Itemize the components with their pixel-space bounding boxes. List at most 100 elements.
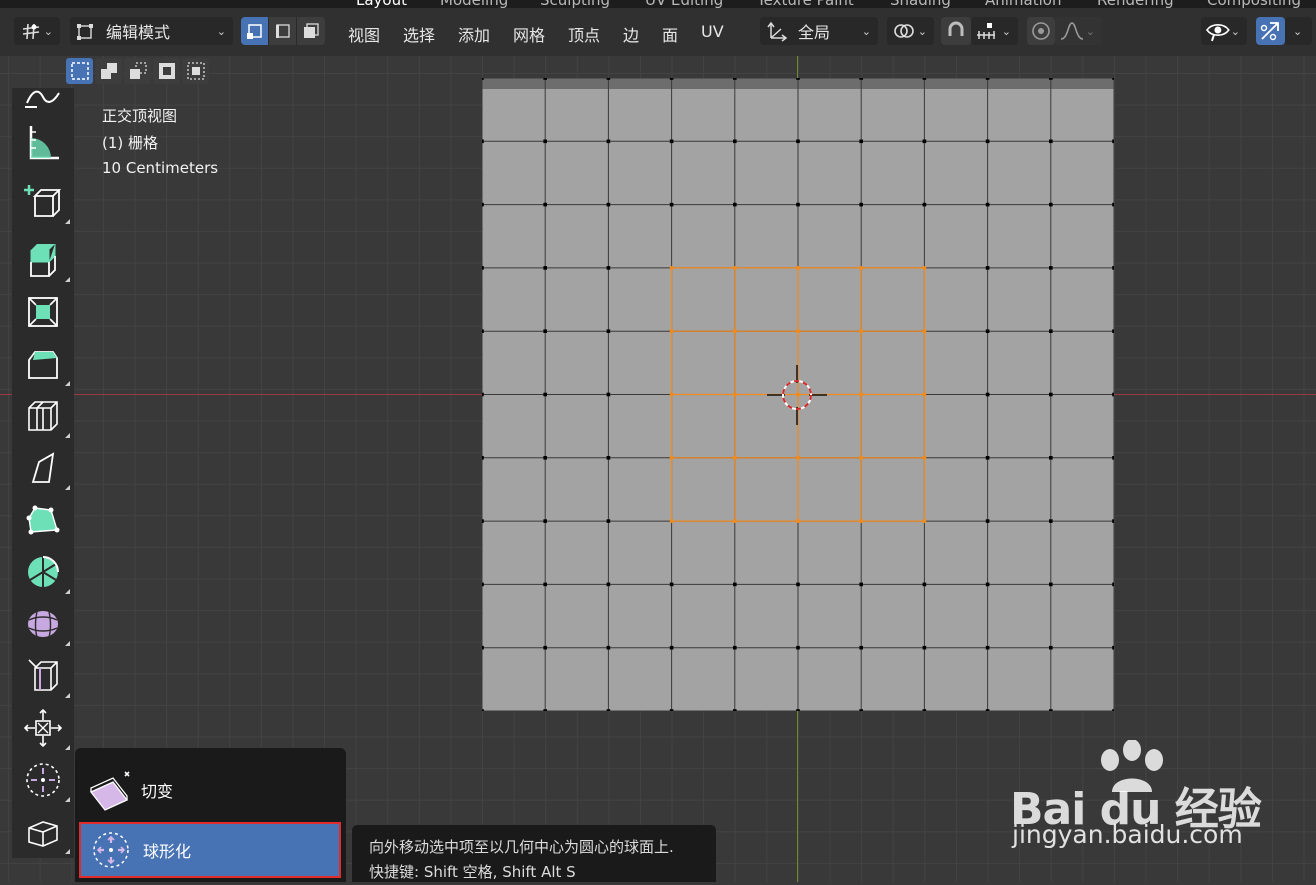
mesh-vertex[interactable] <box>543 645 547 650</box>
selected-vertex[interactable] <box>922 519 927 523</box>
mesh-vertex[interactable] <box>669 202 674 207</box>
mesh-vertex[interactable] <box>1049 329 1053 333</box>
selected-vertex[interactable] <box>922 329 927 333</box>
mesh-vertex[interactable] <box>985 709 990 711</box>
selected-vertex[interactable] <box>796 266 800 270</box>
mesh-vertex[interactable] <box>733 582 737 587</box>
tool-bevel[interactable] <box>14 340 72 388</box>
mesh-vertex[interactable] <box>543 202 547 207</box>
mesh-vertex[interactable] <box>606 645 611 650</box>
mesh-vertex[interactable] <box>606 78 611 80</box>
vertex-select-button[interactable] <box>241 17 269 45</box>
mesh-vertex[interactable] <box>1112 519 1114 523</box>
mesh-vertex[interactable] <box>796 202 800 207</box>
menu-view[interactable]: 视图 <box>348 22 380 46</box>
mesh-vertex[interactable] <box>669 78 674 80</box>
mesh-vertex[interactable] <box>606 329 611 333</box>
mesh-vertex[interactable] <box>985 392 990 397</box>
mesh-vertex[interactable] <box>669 582 674 587</box>
selected-vertex[interactable] <box>669 329 674 333</box>
edge-select-button[interactable] <box>269 17 297 45</box>
mesh-vertex[interactable] <box>669 645 674 650</box>
selected-vertex[interactable] <box>669 456 674 460</box>
tool-shrink-fatten[interactable] <box>14 704 72 752</box>
mesh-vertex[interactable] <box>482 519 484 523</box>
mesh-vertex[interactable] <box>1049 582 1053 587</box>
mesh-vertex[interactable] <box>1112 709 1114 711</box>
mesh-vertex[interactable] <box>482 202 484 207</box>
mesh-vertex[interactable] <box>543 266 547 270</box>
menu-edge[interactable]: 边 <box>623 22 639 46</box>
tool-inset[interactable] <box>14 288 72 336</box>
mesh-vertex[interactable] <box>543 582 547 587</box>
mesh-vertex[interactable] <box>543 456 547 460</box>
tool-knife[interactable] <box>14 444 72 492</box>
mesh-vertex[interactable] <box>859 139 863 144</box>
mesh-vertex[interactable] <box>482 582 484 587</box>
mesh-vertex[interactable] <box>606 392 611 397</box>
mesh-vertex[interactable] <box>543 78 547 80</box>
flyout-item-shear[interactable]: 切变 <box>79 762 341 818</box>
mesh-vertex[interactable] <box>606 582 611 587</box>
mesh-vertex[interactable] <box>796 582 800 587</box>
selected-vertex[interactable] <box>922 266 927 270</box>
selected-vertex[interactable] <box>733 266 737 270</box>
mesh-vertex[interactable] <box>543 329 547 333</box>
gizmo-toggle[interactable] <box>1256 17 1285 45</box>
tool-edge-slide[interactable] <box>14 652 72 700</box>
select-intersect-button[interactable] <box>182 58 209 84</box>
menu-mesh[interactable]: 网格 <box>513 22 545 46</box>
tool-spin[interactable] <box>14 548 72 596</box>
tool-loop-cut[interactable] <box>14 392 72 440</box>
mesh-vertex[interactable] <box>733 709 737 711</box>
mesh-vertex[interactable] <box>1112 392 1114 397</box>
mesh-vertex[interactable] <box>1049 78 1053 80</box>
selected-vertex[interactable] <box>669 392 674 397</box>
mesh-vertex[interactable] <box>606 139 611 144</box>
tool-smooth[interactable] <box>14 600 72 648</box>
mesh-vertex[interactable] <box>1049 519 1053 523</box>
mesh-vertex[interactable] <box>482 78 484 80</box>
mesh-vertex[interactable] <box>796 709 800 711</box>
mesh-vertex[interactable] <box>482 266 484 270</box>
mesh-vertex[interactable] <box>796 78 800 80</box>
mesh-vertex[interactable] <box>922 645 927 650</box>
mesh-vertex[interactable] <box>985 202 990 207</box>
proportional-editing-toggle[interactable] <box>1027 17 1055 45</box>
mesh-vertex[interactable] <box>733 139 737 144</box>
tab-texture-paint[interactable]: Texture Paint <box>757 0 854 8</box>
selected-vertex[interactable] <box>733 329 737 333</box>
mesh-vertex[interactable] <box>482 645 484 650</box>
selected-vertex[interactable] <box>859 456 863 460</box>
mesh-vertex[interactable] <box>796 139 800 144</box>
pivot-point-selector[interactable]: ⌄ <box>887 17 934 45</box>
transform-orientation-selector[interactable]: 全局 ⌄ <box>760 17 878 45</box>
mesh-vertex[interactable] <box>482 456 484 460</box>
mesh-vertex[interactable] <box>985 456 990 460</box>
mesh-vertex[interactable] <box>606 519 611 523</box>
mesh-vertex[interactable] <box>985 582 990 587</box>
tab-animation[interactable]: Animation <box>985 0 1061 8</box>
snap-target-selector[interactable]: ⌄ <box>971 17 1018 45</box>
mesh-vertex[interactable] <box>859 645 863 650</box>
mesh-vertex[interactable] <box>796 645 800 650</box>
mesh-vertex[interactable] <box>1112 456 1114 460</box>
tab-sculpting[interactable]: Sculpting <box>540 0 610 8</box>
visibility-selector[interactable]: ⌄ <box>1201 17 1247 45</box>
mesh-vertex[interactable] <box>859 202 863 207</box>
menu-face[interactable]: 面 <box>662 22 678 46</box>
falloff-selector[interactable]: ⌄ <box>1055 17 1102 45</box>
select-extend-button[interactable] <box>95 58 122 84</box>
mesh-vertex[interactable] <box>1049 266 1053 270</box>
selected-vertex[interactable] <box>859 329 863 333</box>
mesh-vertex[interactable] <box>985 266 990 270</box>
selected-vertex[interactable] <box>859 266 863 270</box>
mesh-vertex[interactable] <box>922 78 927 80</box>
mesh-vertex[interactable] <box>606 456 611 460</box>
menu-uv[interactable]: UV <box>701 22 724 41</box>
select-invert-button[interactable] <box>153 58 180 84</box>
tab-uv-editing[interactable]: UV Editing <box>645 0 723 8</box>
mesh-vertex[interactable] <box>1112 139 1114 144</box>
tool-shear[interactable] <box>14 808 72 856</box>
flyout-item-to-sphere[interactable]: 球形化 <box>79 822 341 878</box>
